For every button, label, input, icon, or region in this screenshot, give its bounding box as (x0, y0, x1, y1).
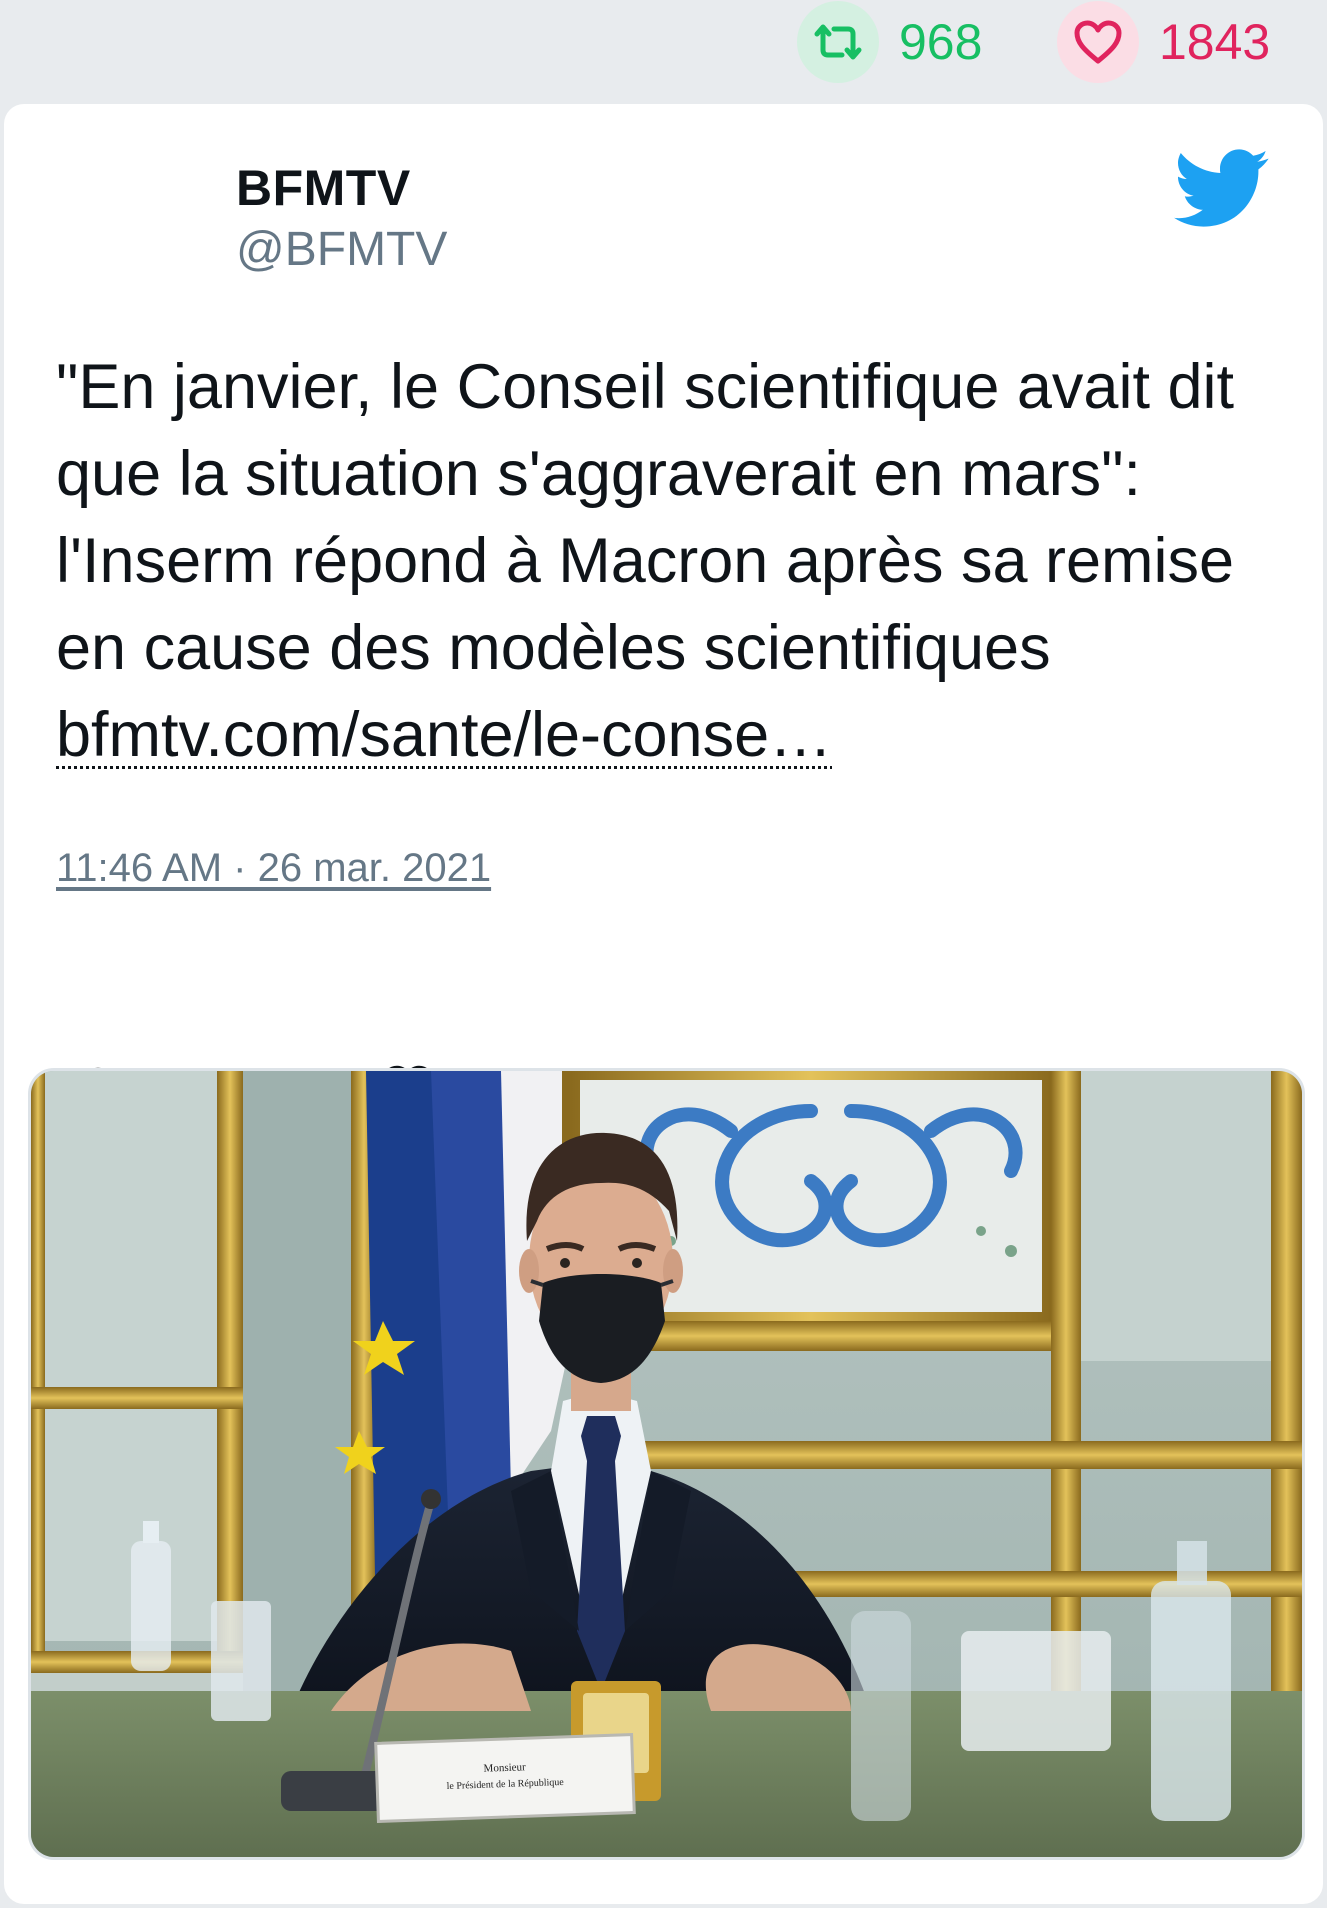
retweet-stat[interactable]: 968 (797, 1, 983, 83)
author-handle[interactable]: @BFMTV (236, 222, 447, 277)
heart-icon[interactable] (1057, 1, 1139, 83)
like-count: 1843 (1159, 14, 1271, 70)
tweet-photo[interactable]: Monsieur le Président de la République (28, 1068, 1305, 1860)
tweet-card: BFMTV @BFMTV "En janvier, le Conseil sci… (4, 104, 1323, 1904)
tweet-body: "En janvier, le Conseil scientifique ava… (56, 352, 1235, 683)
stats-bar: 968 1843 (0, 0, 1327, 95)
retweet-icon[interactable] (797, 1, 879, 83)
author-name[interactable]: BFMTV (236, 159, 411, 217)
like-stat[interactable]: 1843 (1057, 1, 1271, 83)
twitter-bird-icon[interactable] (1174, 149, 1270, 229)
photo-illustration: Monsieur le Président de la République (31, 1071, 1302, 1857)
tweet-link[interactable]: bfmtv.com/sante/le-conse… (56, 700, 832, 770)
name-plate-line1: Monsieur (483, 1761, 526, 1774)
tweet-timestamp[interactable]: 11:46 AM · 26 mar. 2021 (56, 846, 491, 891)
retweet-count: 968 (899, 14, 983, 70)
tweet-text: "En janvier, le Conseil scientifique ava… (56, 344, 1286, 779)
